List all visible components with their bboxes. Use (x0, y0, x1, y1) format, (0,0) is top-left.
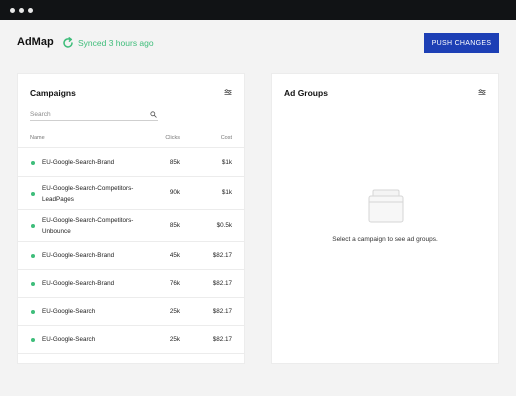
app-title: AdMap (17, 36, 54, 48)
campaign-clicks: 76k (169, 280, 180, 287)
campaign-search (30, 109, 158, 121)
folder-icon (368, 189, 404, 223)
window-titlebar (0, 0, 516, 20)
search-input[interactable] (30, 109, 140, 120)
campaign-row[interactable]: EU-Google-Search-Brand 76k $82.17 (18, 271, 244, 298)
campaign-row[interactable]: EU-Google-Search-Competitors-LeadPages 9… (18, 178, 244, 210)
table-header: Name Clicks Cost (18, 132, 244, 148)
campaign-name: EU-Google-Search (42, 308, 96, 315)
filter-icon[interactable] (478, 89, 486, 96)
campaign-name: EU-Google-Search-Competitors-LeadPages (42, 185, 134, 203)
ad-groups-panel: Ad Groups Select a campaign to see ad gr… (272, 74, 498, 363)
campaign-row[interactable]: EU-Google-Search-Brand 85k $1k (18, 149, 244, 177)
campaign-clicks: 85k (169, 222, 180, 229)
campaign-clicks: 45k (169, 252, 180, 259)
status-dot-icon (31, 254, 35, 258)
campaign-name: EU-Google-Search-Competitors-Unbounce (42, 217, 134, 235)
search-icon[interactable] (150, 111, 157, 118)
campaign-clicks: 90k (169, 189, 180, 196)
status-dot-icon (31, 224, 35, 228)
column-header-name[interactable]: Name (30, 135, 45, 141)
campaign-row[interactable]: EU-Google-Search-Competitors-Unbounce 85… (18, 211, 244, 242)
campaign-cost: $82.17 (212, 252, 232, 259)
campaign-cost: $1k (221, 189, 232, 196)
window-dot-icon[interactable] (28, 8, 33, 13)
campaigns-title: Campaigns (30, 88, 76, 98)
empty-state-message: Select a campaign to see ad groups. (332, 236, 438, 243)
window-dot-icon[interactable] (19, 8, 24, 13)
campaign-clicks: 25k (169, 308, 180, 315)
status-dot-icon (31, 192, 35, 196)
status-dot-icon (31, 282, 35, 286)
status-dot-icon (31, 338, 35, 342)
refresh-icon (63, 37, 73, 48)
campaign-name: EU-Google-Search (42, 336, 96, 343)
filter-icon[interactable] (224, 89, 232, 96)
campaign-cost: $82.17 (212, 336, 232, 343)
campaign-name: EU-Google-Search-Brand (42, 280, 115, 287)
campaign-row[interactable]: EU-Google-Search-Brand 45k $82.17 (18, 243, 244, 270)
campaign-name: EU-Google-Search-Brand (42, 252, 115, 259)
campaign-cost: $82.17 (212, 308, 232, 315)
app-header: AdMap Synced 3 hours ago PUSH CHANGES (0, 20, 516, 66)
campaign-cost: $0.5k (216, 222, 232, 229)
campaign-cost: $82.17 (212, 280, 232, 287)
column-header-clicks[interactable]: Clicks (165, 135, 180, 141)
campaigns-panel: Campaigns Name Clicks Cost EU-Google-Sea… (18, 74, 244, 363)
campaign-clicks: 85k (169, 159, 180, 166)
ad-groups-title: Ad Groups (284, 88, 328, 98)
campaign-row[interactable]: EU-Google-Search 25k $82.17 (18, 327, 244, 354)
campaign-cost: $1k (221, 159, 232, 166)
campaign-name: EU-Google-Search-Brand (42, 159, 115, 166)
status-dot-icon (31, 310, 35, 314)
campaign-clicks: 25k (169, 336, 180, 343)
status-dot-icon (31, 161, 35, 165)
window-dot-icon[interactable] (10, 8, 15, 13)
column-header-cost[interactable]: Cost (221, 135, 232, 141)
push-changes-button[interactable]: PUSH CHANGES (424, 33, 499, 53)
campaign-row[interactable]: EU-Google-Search 25k $82.17 (18, 299, 244, 326)
sync-status: Synced 3 hours ago (78, 38, 154, 48)
